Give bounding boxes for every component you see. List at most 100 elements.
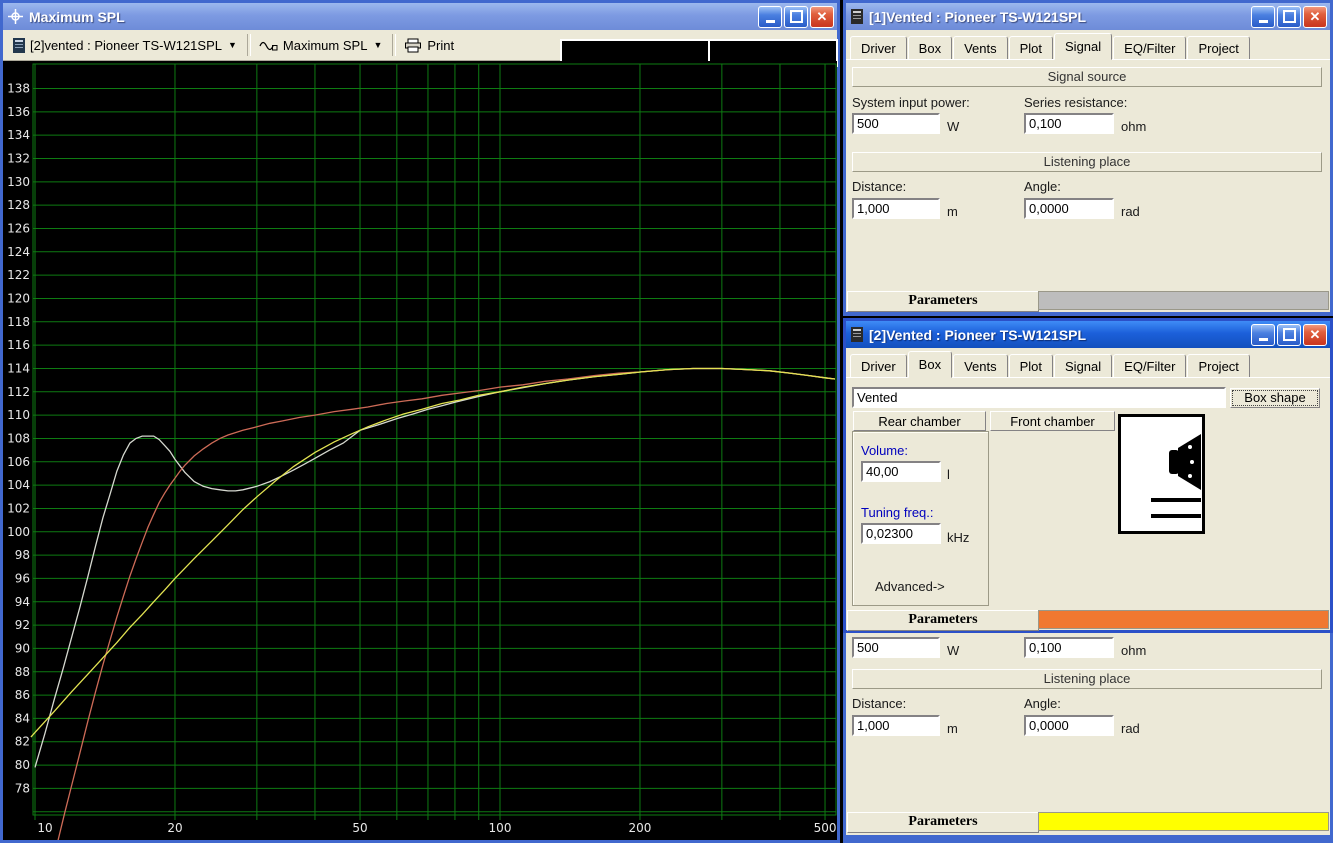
y-tick-label: 110: [7, 408, 30, 422]
distance-unit: m: [947, 204, 958, 219]
y-tick-label: 108: [7, 431, 30, 445]
distance-field[interactable]: [852, 198, 940, 219]
plot-window-titlebar[interactable]: Maximum SPL ✕: [3, 3, 837, 30]
close-button[interactable]: ✕: [1303, 6, 1327, 28]
window1-signal-panel: Signal source System input power: Series…: [846, 59, 1330, 290]
tab-signal[interactable]: Signal: [1054, 33, 1112, 60]
window3-parameters-row: Parameters: [846, 811, 1330, 833]
volume-field[interactable]: [861, 461, 941, 482]
window2-parameters-row: Parameters: [846, 609, 1330, 630]
project-selector-arrow[interactable]: ▼: [228, 40, 237, 50]
system-input-power-label: System input power:: [852, 95, 970, 110]
listening-place-header: Listening place: [852, 669, 1322, 689]
window2-box-panel: Box shape Rear chamber Front chamber Vol…: [846, 377, 1330, 609]
angle-label: Angle:: [1024, 179, 1061, 194]
window2-title: [2]Vented : Pioneer TS-W121SPL: [869, 327, 1251, 343]
window3-status-bar: [1038, 812, 1329, 831]
parameters-button[interactable]: Parameters: [847, 610, 1039, 631]
plot-type-selector-arrow[interactable]: ▼: [373, 40, 382, 50]
maximize-button[interactable]: [1277, 324, 1301, 346]
y-tick-label: 98: [15, 548, 30, 562]
tab-plot[interactable]: Plot: [1009, 354, 1053, 378]
tab-eq-filter[interactable]: EQ/Filter: [1113, 354, 1186, 378]
angle-label: Angle:: [1024, 696, 1061, 711]
window2-titlebar[interactable]: [2]Vented : Pioneer TS-W121SPL ✕: [846, 321, 1330, 348]
print-button[interactable]: Print: [427, 38, 454, 53]
project-selector[interactable]: [2]vented : Pioneer TS-W121SPL: [30, 38, 222, 53]
window1-titlebar[interactable]: [1]Vented : Pioneer TS-W121SPL ✕: [846, 3, 1330, 30]
front-chamber-tab[interactable]: Front chamber: [990, 411, 1115, 431]
series-resistance-field[interactable]: [1024, 113, 1114, 134]
y-tick-label: 100: [7, 525, 30, 539]
y-tick-label: 134: [7, 128, 30, 142]
distance-unit: m: [947, 721, 958, 736]
maximize-button[interactable]: [1277, 6, 1301, 28]
y-tick-label: 126: [7, 221, 30, 235]
tab-driver[interactable]: Driver: [850, 36, 907, 60]
angle-field[interactable]: [1024, 715, 1114, 736]
box-shape-button[interactable]: Box shape: [1230, 388, 1320, 408]
close-button[interactable]: ✕: [1303, 324, 1327, 346]
tab-driver[interactable]: Driver: [850, 354, 907, 378]
angle-unit: rad: [1121, 204, 1140, 219]
y-tick-label: 132: [7, 151, 30, 165]
system-input-power-field[interactable]: [852, 113, 940, 134]
system-input-power-field[interactable]: [852, 637, 940, 658]
y-tick-label: 128: [7, 198, 30, 212]
project-window-2: [2]Vented : Pioneer TS-W121SPL ✕ DriverB…: [843, 318, 1333, 633]
tab-eq-filter[interactable]: EQ/Filter: [1113, 36, 1186, 60]
resistance-unit: ohm: [1121, 643, 1146, 658]
plot-window-title: Maximum SPL: [29, 9, 758, 25]
series-resistance-field[interactable]: [1024, 637, 1114, 658]
minimize-button[interactable]: [1251, 6, 1275, 28]
tab-box[interactable]: Box: [908, 36, 952, 60]
tab-vents[interactable]: Vents: [953, 36, 1008, 60]
y-tick-label: 84: [15, 711, 30, 725]
y-tick-label: 122: [7, 268, 30, 282]
maximize-button[interactable]: [784, 6, 808, 28]
chart-background: [3, 61, 837, 840]
project-window-3: W ohm Listening place Distance: Angle: m…: [843, 632, 1333, 843]
y-tick-label: 80: [15, 758, 30, 772]
parameters-button[interactable]: Parameters: [847, 812, 1039, 833]
distance-field[interactable]: [852, 715, 940, 736]
rear-chamber-tab[interactable]: Rear chamber: [853, 411, 986, 431]
y-tick-label: 102: [7, 501, 30, 515]
y-tick-label: 90: [15, 641, 30, 655]
resistance-unit: ohm: [1121, 119, 1146, 134]
tab-project[interactable]: Project: [1187, 36, 1249, 60]
box-shape-diagram: [1118, 414, 1205, 537]
listening-place-header: Listening place: [852, 152, 1322, 172]
window1-parameters-row: Parameters: [846, 290, 1330, 312]
tab-box[interactable]: Box: [908, 351, 952, 378]
spl-chart[interactable]: 1381361341321301281261241221201181161141…: [3, 61, 837, 838]
plot-type-selector[interactable]: Maximum SPL: [283, 38, 368, 53]
tab-vents[interactable]: Vents: [953, 354, 1008, 378]
volume-unit: l: [947, 467, 950, 482]
window1-title: [1]Vented : Pioneer TS-W121SPL: [869, 9, 1251, 25]
desktop: { "chart_data": { "type": "line", "title…: [0, 0, 1333, 843]
volume-label: Volume:: [861, 443, 908, 458]
y-tick-label: 96: [15, 571, 30, 585]
minimize-button[interactable]: [758, 6, 782, 28]
tab-plot[interactable]: Plot: [1009, 36, 1053, 60]
y-tick-label: 104: [7, 478, 30, 492]
print-icon: [404, 38, 422, 53]
advanced-button[interactable]: Advanced->: [875, 579, 945, 594]
x-tick-label: 100: [489, 821, 512, 835]
box-type-field[interactable]: [852, 387, 1226, 408]
angle-field[interactable]: [1024, 198, 1114, 219]
spl-chart-svg[interactable]: 1381361341321301281261241221201181161141…: [3, 61, 837, 840]
y-tick-label: 114: [7, 361, 30, 375]
tuning-freq-field[interactable]: [861, 523, 941, 544]
tuning-freq-label: Tuning freq.:: [861, 505, 934, 520]
toolbar-separator: [247, 34, 251, 56]
tab-project[interactable]: Project: [1187, 354, 1249, 378]
close-button[interactable]: ✕: [810, 6, 834, 28]
tab-signal[interactable]: Signal: [1054, 354, 1112, 378]
window2-icon: [851, 327, 863, 342]
parameters-button[interactable]: Parameters: [847, 291, 1039, 312]
y-tick-label: 86: [15, 688, 30, 702]
minimize-button[interactable]: [1251, 324, 1275, 346]
y-tick-label: 78: [15, 781, 30, 795]
